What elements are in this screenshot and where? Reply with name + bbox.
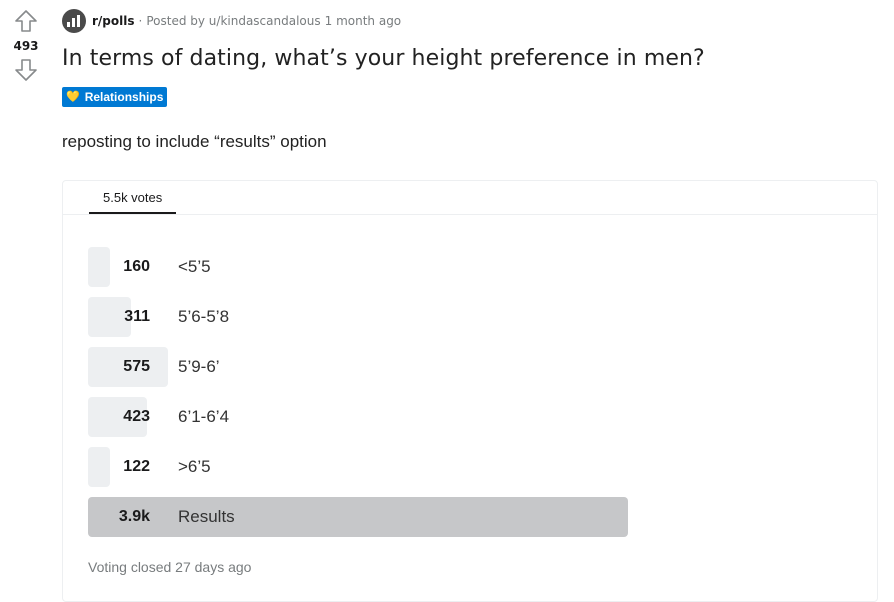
poll-option-count: 311 — [124, 308, 150, 325]
poll-status: Voting closed 27 days ago — [88, 559, 252, 575]
post-meta: r/polls · Posted by u/kindascandalous 1 … — [62, 9, 401, 33]
post-body: reposting to include “results” option — [62, 132, 327, 151]
vote-column: 493 — [0, 0, 52, 590]
poll-option: 423 6’1-6’4 — [88, 397, 788, 437]
poll-option: 122 >6’5 — [88, 447, 788, 487]
poll-option-label: 6’1-6’4 — [178, 407, 230, 426]
heart-icon: 💛 — [66, 91, 80, 103]
poll-options: 160 <5’5 311 5’6-5’8 575 5’9-6’ 423 6’1-… — [88, 247, 788, 547]
downvote-arrow-icon[interactable] — [14, 58, 38, 82]
poll-option-label: <5’5 — [178, 257, 211, 276]
flair-badge[interactable]: 💛 Relationships — [62, 87, 168, 107]
poll-option: 311 5’6-5’8 — [88, 297, 788, 337]
meta-separator: · — [138, 14, 143, 28]
poll-option-count: 160 — [123, 258, 150, 275]
poll-option-count: 3.9k — [118, 508, 150, 525]
poll-option-count: 122 — [123, 458, 150, 475]
poll-tabs: 5.5k votes — [63, 181, 877, 215]
post-time: 1 month ago — [324, 14, 402, 28]
vote-score: 493 — [13, 39, 39, 53]
post-title[interactable]: In terms of dating, what’s your height p… — [62, 44, 705, 74]
poll-option-count: 575 — [123, 358, 150, 375]
tab-votes[interactable]: 5.5k votes — [89, 181, 177, 214]
poll-option-label: Results — [178, 507, 235, 526]
poll-option-label: >6’5 — [178, 457, 211, 476]
poll-option-label: 5’6-5’8 — [178, 307, 230, 326]
subreddit-avatar-icon[interactable] — [62, 9, 86, 33]
poll-option-label: 5’9-6’ — [178, 357, 220, 376]
poll-bar — [88, 497, 628, 537]
poll-option: 575 5’9-6’ — [88, 347, 788, 387]
subreddit-link[interactable]: r/polls — [92, 14, 135, 28]
poll-option-count: 423 — [123, 408, 150, 425]
poll-option-selected: 3.9k Results — [88, 497, 788, 537]
post: r/polls · Posted by u/kindascandalous 1 … — [62, 0, 894, 602]
upvote-arrow-icon[interactable] — [14, 9, 38, 33]
poll-option: 160 <5’5 — [88, 247, 788, 287]
posted-by-link[interactable]: Posted by u/kindascandalous — [146, 14, 320, 28]
flair-label: Relationships — [84, 90, 164, 104]
poll: 5.5k votes 160 <5’5 311 5’6-5’8 575 5’9-… — [62, 180, 878, 602]
